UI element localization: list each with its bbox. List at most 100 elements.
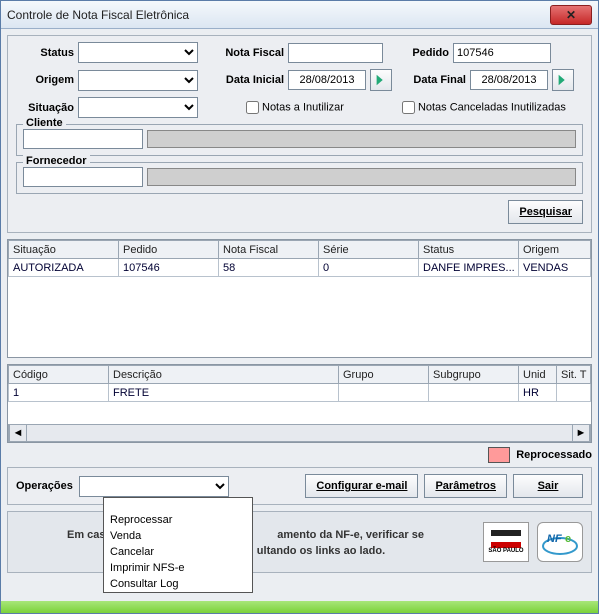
info-text-2: amento da NF-e, verificar se bbox=[277, 529, 424, 541]
table-row[interactable]: AUTORIZADA 107546 58 0 DANFE IMPRES... V… bbox=[9, 259, 591, 277]
svg-text:NF: NF bbox=[547, 533, 562, 545]
sp-text: SÃO PAULO bbox=[488, 548, 523, 554]
chk-canceladas-label[interactable]: Notas Canceladas Inutilizadas bbox=[402, 101, 566, 114]
results-grid: Situação Pedido Nota Fiscal Série Status… bbox=[7, 239, 592, 358]
dropdown-item-imprimir-nfse[interactable]: Imprimir NFS-e bbox=[104, 560, 252, 576]
status-select[interactable] bbox=[78, 42, 198, 63]
calendar-arrow-icon bbox=[556, 73, 570, 87]
cliente-fieldset: Cliente bbox=[16, 124, 583, 156]
notafiscal-input[interactable] bbox=[288, 43, 383, 63]
close-button[interactable]: ✕ bbox=[550, 5, 592, 25]
configurar-email-button[interactable]: Configurar e-mail bbox=[305, 474, 418, 498]
cell-origem: VENDAS bbox=[519, 259, 591, 277]
dropdown-spacer bbox=[104, 498, 252, 512]
notafiscal-label: Nota Fiscal bbox=[202, 47, 284, 59]
datafinal-label: Data Final bbox=[396, 74, 466, 86]
fornecedor-input[interactable] bbox=[23, 167, 143, 187]
app-window: Controle de Nota Fiscal Eletrônica ✕ Sta… bbox=[0, 0, 599, 614]
items-grid: Código Descrição Grupo Subgrupo Unid Sit… bbox=[7, 364, 592, 443]
col-origem[interactable]: Origem bbox=[519, 241, 591, 259]
origem-select[interactable] bbox=[78, 70, 198, 91]
fornecedor-progress bbox=[147, 168, 576, 186]
sp-flag-icon bbox=[491, 530, 521, 548]
fornecedor-fieldset: Fornecedor bbox=[16, 162, 583, 194]
cell-serie: 0 bbox=[319, 259, 419, 277]
col-pedido[interactable]: Pedido bbox=[119, 241, 219, 259]
situacao-label: Situação bbox=[16, 102, 74, 114]
cliente-progress bbox=[147, 130, 576, 148]
svg-text:e: e bbox=[565, 533, 571, 545]
pedido-label: Pedido bbox=[387, 47, 449, 59]
cell-sit bbox=[557, 384, 591, 402]
operacoes-select[interactable] bbox=[79, 476, 229, 497]
chk-canceladas-text: Notas Canceladas Inutilizadas bbox=[418, 101, 566, 113]
window-body: Status Nota Fiscal Pedido Origem Data In… bbox=[1, 29, 598, 613]
cliente-legend: Cliente bbox=[23, 117, 66, 129]
sao-paulo-logo[interactable]: SÃO PAULO bbox=[483, 522, 529, 562]
col-descricao[interactable]: Descrição bbox=[109, 366, 339, 384]
dropdown-item-reprocessar[interactable]: Reprocessar bbox=[104, 512, 252, 528]
filters-panel: Status Nota Fiscal Pedido Origem Data In… bbox=[7, 35, 592, 233]
calendar-arrow-icon bbox=[374, 73, 388, 87]
dropdown-item-consultar-log[interactable]: Consultar Log bbox=[104, 576, 252, 592]
nfe-logo[interactable]: NF e bbox=[537, 522, 583, 562]
sair-button[interactable]: Sair bbox=[513, 474, 583, 498]
scroll-right-icon[interactable]: ► bbox=[572, 425, 590, 441]
col-situacao[interactable]: Situação bbox=[9, 241, 119, 259]
cell-codigo: 1 bbox=[9, 384, 109, 402]
status-label: Status bbox=[16, 47, 74, 59]
col-serie[interactable]: Série bbox=[319, 241, 419, 259]
parametros-button[interactable]: Parâmetros bbox=[424, 474, 507, 498]
datafinal-input[interactable] bbox=[470, 70, 548, 90]
nfe-icon: NF e bbox=[541, 526, 579, 558]
cell-status: DANFE IMPRES... bbox=[419, 259, 519, 277]
chk-inutilizar-label[interactable]: Notas a Inutilizar bbox=[246, 101, 344, 114]
cell-descricao: FRETE bbox=[109, 384, 339, 402]
col-codigo[interactable]: Código bbox=[9, 366, 109, 384]
grid2-empty-area bbox=[8, 402, 591, 424]
grid1-header-row: Situação Pedido Nota Fiscal Série Status… bbox=[9, 241, 591, 259]
scroll-left-icon[interactable]: ◄ bbox=[9, 425, 27, 441]
dropdown-item-venda[interactable]: Venda bbox=[104, 528, 252, 544]
cell-nota: 58 bbox=[219, 259, 319, 277]
chk-canceladas[interactable] bbox=[402, 101, 415, 114]
grid1-empty-area bbox=[8, 277, 591, 357]
table-row[interactable]: 1 FRETE HR bbox=[9, 384, 591, 402]
chk-inutilizar[interactable] bbox=[246, 101, 259, 114]
origem-label: Origem bbox=[16, 74, 74, 86]
col-grupo[interactable]: Grupo bbox=[339, 366, 429, 384]
datafinal-calendar-button[interactable] bbox=[552, 69, 574, 91]
col-notafiscal[interactable]: Nota Fiscal bbox=[219, 241, 319, 259]
cliente-input[interactable] bbox=[23, 129, 143, 149]
chk-inutilizar-text: Notas a Inutilizar bbox=[262, 101, 344, 113]
reprocessado-swatch bbox=[488, 447, 510, 463]
datainicial-calendar-button[interactable] bbox=[370, 69, 392, 91]
cell-pedido: 107546 bbox=[119, 259, 219, 277]
info-text-4: ultando os links ao lado. bbox=[257, 545, 385, 557]
datainicial-input[interactable] bbox=[288, 70, 366, 90]
pedido-input[interactable] bbox=[453, 43, 551, 63]
operacoes-label: Operações bbox=[16, 480, 73, 492]
operations-panel: Operações Configurar e-mail Parâmetros S… bbox=[7, 467, 592, 505]
grid2-header-row: Código Descrição Grupo Subgrupo Unid Sit… bbox=[9, 366, 591, 384]
cell-situacao: AUTORIZADA bbox=[9, 259, 119, 277]
col-subgrupo[interactable]: Subgrupo bbox=[429, 366, 519, 384]
operacoes-dropdown: Reprocessar Venda Cancelar Imprimir NFS-… bbox=[103, 497, 253, 593]
col-status[interactable]: Status bbox=[419, 241, 519, 259]
cell-unid: HR bbox=[519, 384, 557, 402]
grid2-scrollbar[interactable]: ◄ ► bbox=[8, 424, 591, 442]
reprocessado-label: Reprocessado bbox=[516, 449, 592, 461]
footer-bar bbox=[1, 601, 598, 613]
window-title: Controle de Nota Fiscal Eletrônica bbox=[7, 8, 189, 22]
col-unid[interactable]: Unid bbox=[519, 366, 557, 384]
dropdown-item-cancelar[interactable]: Cancelar bbox=[104, 544, 252, 560]
cell-subgrupo bbox=[429, 384, 519, 402]
situacao-select[interactable] bbox=[78, 97, 198, 118]
legend-row: Reprocessado bbox=[7, 443, 592, 467]
close-icon: ✕ bbox=[566, 8, 576, 22]
info-panel: Em caso d amento da NF-e, verificar se s… bbox=[7, 511, 592, 573]
col-sit[interactable]: Sit. T bbox=[557, 366, 591, 384]
title-bar: Controle de Nota Fiscal Eletrônica ✕ bbox=[1, 1, 598, 29]
pesquisar-button[interactable]: Pesquisar bbox=[508, 200, 583, 224]
datainicial-label: Data Inicial bbox=[202, 74, 284, 86]
